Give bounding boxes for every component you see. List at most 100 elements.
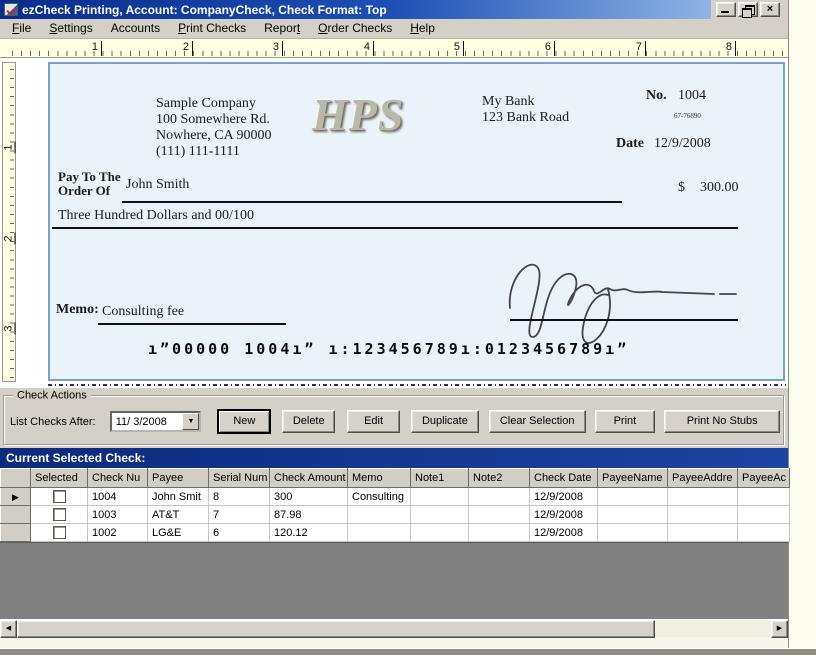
cell-payee-addre[interactable] — [667, 487, 738, 506]
cell-note1[interactable] — [410, 523, 469, 542]
cell-check-nu[interactable]: 1004 — [87, 487, 148, 506]
menu-report[interactable]: Report — [255, 19, 309, 38]
ruler-mark: 4 — [354, 41, 374, 56]
cell-check-nu[interactable]: 1003 — [87, 505, 148, 524]
cell-payee-addre[interactable] — [667, 505, 738, 524]
bank-block: My Bank 123 Bank Road — [482, 94, 569, 126]
menu-file[interactable]: File — [3, 19, 40, 38]
cell-note1[interactable] — [410, 487, 469, 506]
close-button[interactable]: × — [760, 2, 780, 17]
menu-help[interactable]: Help — [401, 19, 444, 38]
menu-accounts[interactable]: Accounts — [102, 19, 169, 38]
restore-button[interactable] — [738, 2, 758, 18]
menu-print-checks[interactable]: Print Checks — [169, 19, 255, 38]
check-number: 1004 — [678, 88, 706, 103]
cell-payee[interactable]: AT&T — [147, 505, 209, 524]
checkbox[interactable] — [52, 526, 66, 539]
cell-amount[interactable]: 300 — [269, 487, 348, 506]
selected-cell[interactable] — [30, 505, 88, 524]
cell-note2[interactable] — [468, 523, 530, 542]
list-after-date-combobox[interactable]: 11/ 3/2008 ▼ — [109, 411, 202, 432]
cell-memo[interactable] — [347, 505, 411, 524]
page-break-line — [48, 384, 786, 386]
cell-payee-ac[interactable] — [737, 505, 790, 524]
row-selector[interactable] — [0, 523, 31, 542]
menu-settings[interactable]: Settings — [40, 19, 101, 38]
cell-check-date[interactable]: 12/9/2008 — [529, 487, 598, 506]
cell-payee-name[interactable] — [597, 487, 668, 506]
payee-name: John Smith — [126, 177, 190, 192]
cell-payee-name[interactable] — [597, 505, 668, 524]
col-memo[interactable]: Memo — [347, 468, 411, 488]
company-address2: Nowhere, CA 90000 — [156, 128, 272, 143]
menu-order-checks[interactable]: Order Checks — [309, 19, 401, 38]
scroll-left-icon[interactable]: ◀ — [0, 620, 17, 638]
duplicate-button[interactable]: Duplicate — [410, 410, 479, 433]
col-check-amount[interactable]: Check Amount — [269, 468, 348, 488]
cell-amount[interactable]: 87.98 — [269, 505, 348, 524]
selected-cell[interactable] — [30, 487, 88, 506]
cell-check-date[interactable]: 12/9/2008 — [529, 505, 598, 524]
cell-payee-addre[interactable] — [667, 523, 738, 542]
check-date: 12/9/2008 — [654, 136, 711, 151]
table-row: 1002 LG&E 6 120.12 12/9/2008 — [0, 523, 790, 542]
cell-payee[interactable]: LG&E — [147, 523, 209, 542]
col-payee-addre[interactable]: PayeeAddre — [667, 468, 738, 488]
cell-payee-name[interactable] — [597, 523, 668, 542]
scrollbar-thumb[interactable] — [17, 620, 655, 638]
cell-serial[interactable]: 8 — [208, 487, 270, 506]
cell-check-nu[interactable]: 1002 — [87, 523, 148, 542]
table-row: 1003 AT&T 7 87.98 12/9/2008 — [0, 505, 790, 524]
ruler-mark: 3 — [2, 322, 16, 335]
clear-selection-button[interactable]: Clear Selection — [488, 410, 586, 433]
memo-underline — [98, 323, 286, 325]
checkbox[interactable] — [52, 508, 66, 521]
table-header-row: Selected Check Nu Payee Serial Num Check… — [0, 468, 790, 488]
horizontal-scrollbar[interactable]: ◀ ▶ — [0, 619, 788, 638]
checkbox[interactable] — [52, 490, 66, 503]
current-selected-check-header: Current Selected Check: — [0, 448, 788, 468]
check-amount: 300.00 — [700, 180, 739, 195]
col-payee[interactable]: Payee — [147, 468, 209, 488]
col-check-nu[interactable]: Check Nu — [87, 468, 148, 488]
cell-payee-ac[interactable] — [737, 523, 790, 542]
edit-button[interactable]: Edit — [347, 410, 400, 433]
ruler-mark: 1 — [2, 141, 16, 154]
bank-address: 123 Bank Road — [482, 110, 570, 125]
cell-memo[interactable]: Consulting — [347, 487, 411, 506]
col-note2[interactable]: Note2 — [468, 468, 530, 488]
col-serial-num[interactable]: Serial Num — [208, 468, 270, 488]
company-name: Sample Company — [156, 96, 256, 111]
cell-note2[interactable] — [468, 505, 530, 524]
ruler-mark: 2 — [173, 41, 193, 56]
minimize-button[interactable] — [716, 2, 736, 17]
selected-cell[interactable] — [30, 523, 88, 542]
scroll-right-icon[interactable]: ▶ — [771, 620, 788, 638]
cell-amount[interactable]: 120.12 — [269, 523, 348, 542]
cell-note2[interactable] — [468, 487, 530, 506]
cell-serial[interactable]: 6 — [208, 523, 270, 542]
delete-button[interactable]: Delete — [282, 410, 336, 433]
row-selector[interactable]: ▶ — [0, 487, 31, 506]
dollar-sign: $ — [678, 180, 685, 195]
col-payee-ac[interactable]: PayeeAc — [737, 468, 790, 488]
col-check-date[interactable]: Check Date — [529, 468, 598, 488]
row-selector[interactable] — [0, 505, 31, 524]
col-payee-name[interactable]: PayeeName — [597, 468, 668, 488]
cell-payee[interactable]: John Smit — [147, 487, 209, 506]
cell-payee-ac[interactable] — [737, 487, 790, 506]
company-block: Sample Company 100 Somewhere Rd. Nowhere… — [156, 96, 272, 160]
title-bar-gradient: ezCheck Printing, Account: CompanyCheck,… — [0, 0, 711, 19]
print-no-stubs-button[interactable]: Print No Stubs — [664, 410, 780, 433]
cell-note1[interactable] — [410, 505, 469, 524]
chevron-down-icon[interactable]: ▼ — [182, 413, 200, 430]
print-button[interactable]: Print — [594, 410, 656, 433]
new-button[interactable]: New — [217, 409, 272, 434]
col-note1[interactable]: Note1 — [410, 468, 469, 488]
horizontal-ruler: 1 2 3 4 5 6 7 8 — [0, 38, 788, 58]
check-preview-area: 1 2 3 Sample Company 100 Somewhere Rd. N… — [0, 58, 788, 388]
cell-serial[interactable]: 7 — [208, 505, 270, 524]
cell-check-date[interactable]: 12/9/2008 — [529, 523, 598, 542]
cell-memo[interactable] — [347, 523, 411, 542]
col-selected[interactable]: Selected — [30, 468, 88, 488]
